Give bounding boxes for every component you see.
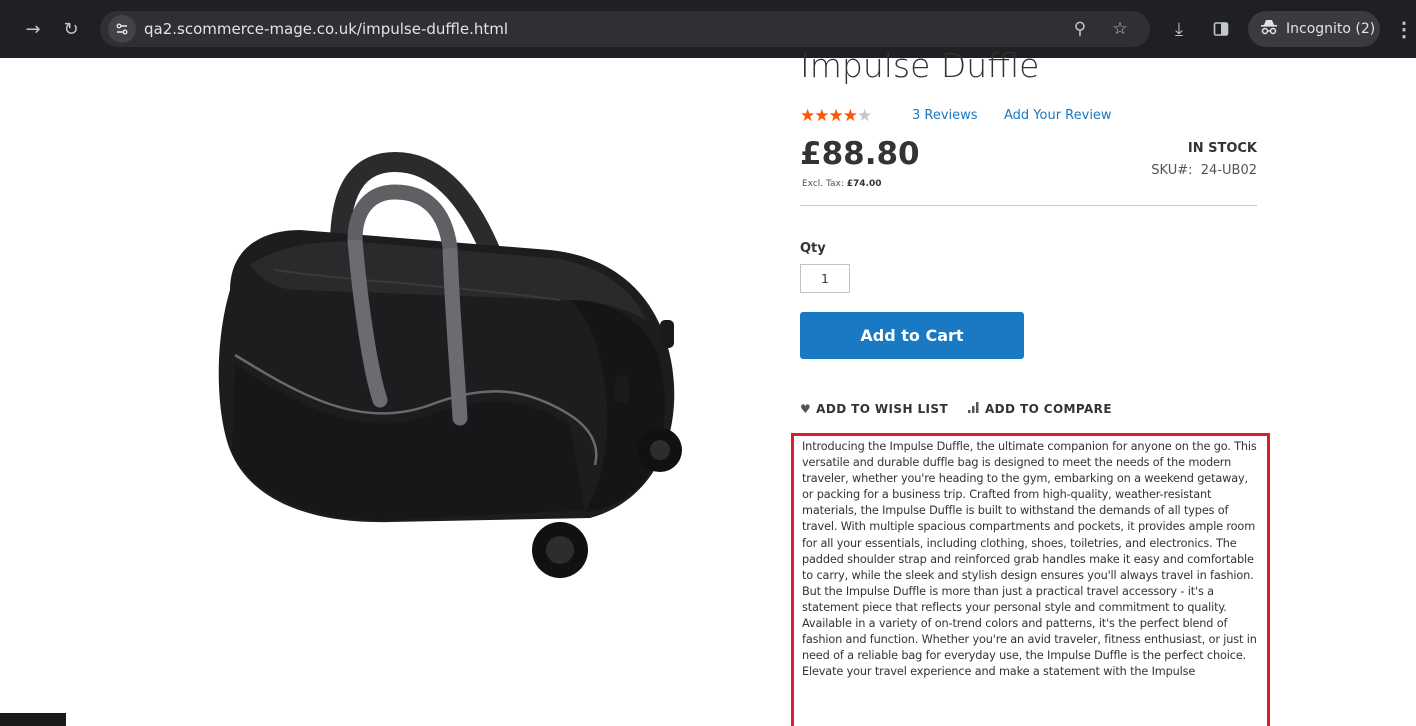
- divider: [800, 205, 1257, 206]
- corner-widget[interactable]: [0, 713, 66, 726]
- add-to-cart-button[interactable]: Add to Cart: [800, 312, 1024, 359]
- reviews-link[interactable]: 3 Reviews: [912, 108, 978, 123]
- star-icon: ★: [814, 106, 829, 126]
- product-image[interactable]: [190, 150, 690, 590]
- zoom-icon[interactable]: ⚲: [1066, 15, 1094, 43]
- more-menu-icon[interactable]: ⋮: [1394, 12, 1414, 46]
- profile-label: Incognito (2): [1286, 21, 1376, 37]
- sku-value: 24-UB02: [1200, 163, 1257, 178]
- download-icon[interactable]: ⤓: [1162, 12, 1196, 46]
- compare-label: ADD TO COMPARE: [985, 402, 1112, 416]
- stock-status: IN STOCK: [1187, 141, 1257, 156]
- excl-tax-price: Excl. Tax: £74.00: [802, 179, 882, 189]
- add-to-compare-link[interactable]: ADD TO COMPARE: [968, 402, 1112, 416]
- forward-arrow-icon[interactable]: →: [16, 12, 50, 46]
- browser-toolbar: → ↻ qa2.scommerce-mage.co.uk/impulse-duf…: [0, 0, 1416, 58]
- product-description-highlight: Introducing the Impulse Duffle, the ulti…: [791, 433, 1270, 726]
- wishlist-label: ADD TO WISH LIST: [816, 402, 949, 416]
- star-icon: ★: [800, 106, 815, 126]
- add-to-wishlist-link[interactable]: ♥ ADD TO WISH LIST: [800, 402, 948, 416]
- sku-label: SKU#:: [1151, 163, 1193, 178]
- sku: SKU#: 24-UB02: [1151, 163, 1257, 178]
- site-info-icon[interactable]: [108, 15, 136, 43]
- product-title: Impulse Duffle: [800, 46, 1040, 85]
- rating-stars: ★ ★ ★ ★ ★: [800, 106, 872, 126]
- star-icon: ★: [857, 106, 872, 126]
- qty-input[interactable]: [800, 264, 850, 293]
- url-text[interactable]: qa2.scommerce-mage.co.uk/impulse-duffle.…: [144, 20, 508, 38]
- side-panel-icon[interactable]: [1204, 12, 1238, 46]
- reload-icon[interactable]: ↻: [54, 12, 88, 46]
- compare-bars-icon: [968, 402, 980, 416]
- product-price: £88.80: [800, 136, 920, 172]
- product-description: Introducing the Impulse Duffle, the ulti…: [802, 440, 1257, 679]
- qty-label: Qty: [800, 241, 826, 256]
- incognito-icon: [1260, 19, 1278, 39]
- address-bar[interactable]: qa2.scommerce-mage.co.uk/impulse-duffle.…: [100, 11, 1150, 47]
- star-icon: ★: [828, 106, 844, 126]
- heart-icon: ♥: [800, 402, 812, 416]
- add-review-link[interactable]: Add Your Review: [1004, 108, 1112, 123]
- incognito-profile-button[interactable]: Incognito (2): [1248, 11, 1380, 47]
- excl-tax-value: £74.00: [846, 179, 882, 189]
- star-icon: ★: [842, 106, 858, 126]
- bookmark-star-icon[interactable]: ☆: [1106, 15, 1134, 43]
- excl-tax-label: Excl. Tax:: [802, 179, 844, 189]
